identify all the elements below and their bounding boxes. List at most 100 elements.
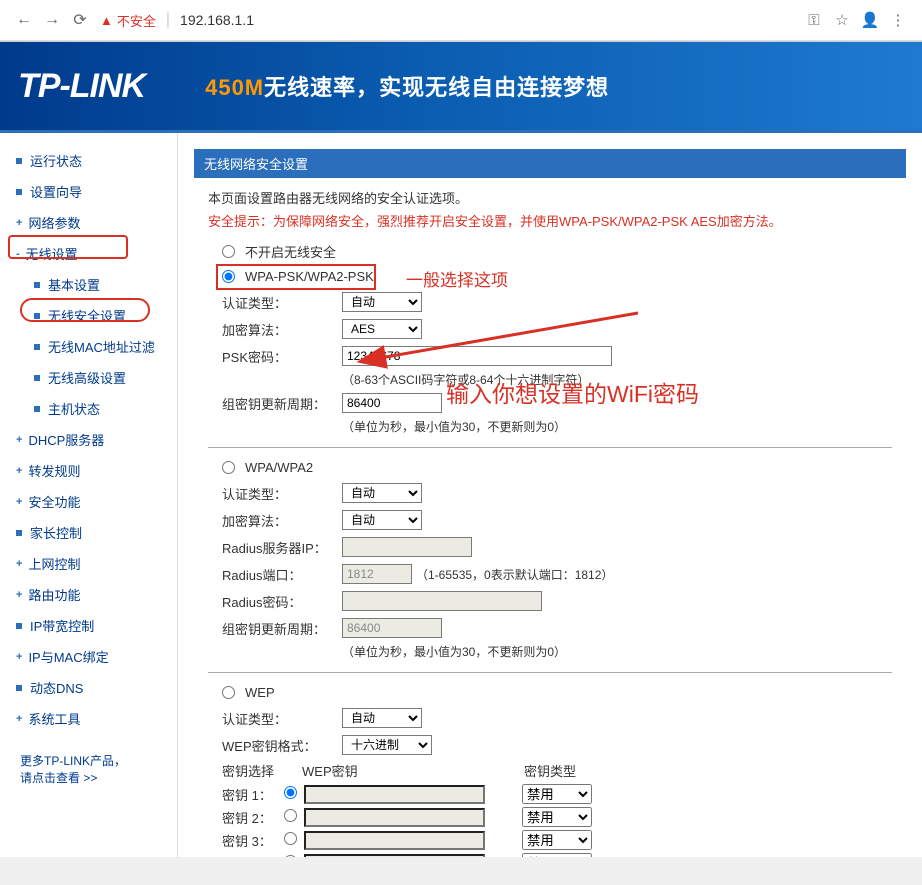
sidebar-item-8[interactable]: 主机状态 bbox=[0, 393, 177, 424]
wpa-enc-select[interactable]: 自动 bbox=[342, 510, 422, 530]
section-title: 无线网络安全设置 bbox=[194, 149, 906, 178]
sidebar-item-label: 无线设置 bbox=[26, 244, 78, 263]
key2-label: 密钥 2： bbox=[222, 808, 284, 827]
banner-slogan: 450M无线速率，实现无线自由连接梦想 bbox=[205, 70, 609, 102]
psk-input[interactable] bbox=[342, 346, 612, 366]
sidebar-item-label: 基本设置 bbox=[48, 275, 100, 294]
group-key-input[interactable] bbox=[342, 393, 442, 413]
key1-type-select[interactable]: 禁用 bbox=[522, 784, 592, 804]
radius-pw-label: Radius密码： bbox=[222, 592, 342, 611]
sidebar-item-9[interactable]: + DHCP服务器 bbox=[0, 424, 177, 455]
sidebar-item-14[interactable]: +路由功能 bbox=[0, 579, 177, 610]
bullet-icon bbox=[34, 282, 40, 288]
sidebar-item-label: DHCP服务器 bbox=[28, 430, 104, 449]
radio-wpa-label: WPA/WPA2 bbox=[245, 460, 313, 475]
forward-button[interactable]: → bbox=[38, 6, 66, 34]
wpa-group-input[interactable] bbox=[342, 618, 442, 638]
sidebar-item-15[interactable]: IP带宽控制 bbox=[0, 610, 177, 641]
sidebar-item-13[interactable]: +上网控制 bbox=[0, 548, 177, 579]
sidebar-item-2[interactable]: +网络参数 bbox=[0, 207, 177, 238]
radio-disable-label: 不开启无线安全 bbox=[245, 242, 336, 261]
wpa-enc-label: 加密算法： bbox=[222, 511, 342, 530]
key3-type-select[interactable]: 禁用 bbox=[522, 830, 592, 850]
bullet-icon bbox=[34, 344, 40, 350]
radius-port-input[interactable] bbox=[342, 564, 412, 584]
sidebar-item-12[interactable]: 家长控制 bbox=[0, 517, 177, 548]
reload-button[interactable]: ⟳ bbox=[66, 6, 94, 34]
sidebar-item-3[interactable]: -无线设置 bbox=[0, 238, 177, 269]
sidebar-item-label: 安全功能 bbox=[28, 492, 80, 511]
sidebar-item-4[interactable]: 基本设置 bbox=[0, 269, 177, 300]
key2-radio[interactable] bbox=[284, 809, 297, 822]
enc-algo-select[interactable]: AES bbox=[342, 319, 422, 339]
bookmark-icon[interactable]: ☆ bbox=[828, 6, 856, 34]
content: 无线网络安全设置 本页面设置路由器无线网络的安全认证选项。 安全提示：为保障网络… bbox=[178, 133, 922, 857]
annotation-text-2: 输入你想设置的WiFi密码 bbox=[446, 380, 766, 410]
key3-input[interactable] bbox=[304, 831, 485, 850]
bullet-icon bbox=[34, 406, 40, 412]
radio-disable-security[interactable] bbox=[222, 245, 235, 258]
sidebar-item-0[interactable]: 运行状态 bbox=[0, 145, 177, 176]
radius-port-label: Radius端口： bbox=[222, 565, 342, 584]
sidebar-item-label: IP与MAC绑定 bbox=[28, 647, 108, 666]
group-key-label: 组密钥更新周期： bbox=[222, 394, 342, 413]
expand-icon: + bbox=[16, 713, 22, 725]
wpa-auth-select[interactable]: 自动 bbox=[342, 483, 422, 503]
psk-label: PSK密码： bbox=[222, 347, 342, 366]
sidebar-item-17[interactable]: 动态DNS bbox=[0, 672, 177, 703]
key4-radio[interactable] bbox=[284, 855, 297, 857]
key4-input[interactable] bbox=[304, 854, 485, 858]
sidebar-item-label: 无线高级设置 bbox=[48, 368, 126, 387]
radius-ip-input[interactable] bbox=[342, 537, 472, 557]
sidebar-item-1[interactable]: 设置向导 bbox=[0, 176, 177, 207]
bullet-icon bbox=[34, 375, 40, 381]
section-desc: 本页面设置路由器无线网络的安全认证选项。 bbox=[208, 188, 892, 207]
bullet-icon bbox=[34, 313, 40, 319]
expand-icon: + bbox=[16, 496, 22, 508]
key-icon[interactable]: ⚿ bbox=[800, 6, 828, 34]
sidebar-item-7[interactable]: 无线高级设置 bbox=[0, 362, 177, 393]
radio-wep[interactable] bbox=[222, 686, 235, 699]
wep-fmt-label: WEP密钥格式： bbox=[222, 736, 342, 755]
sidebar: 运行状态设置向导+网络参数-无线设置基本设置无线安全设置无线MAC地址过滤无线高… bbox=[0, 133, 178, 857]
more-link[interactable]: 更多TP-LINK产品， 请点击查看 >> bbox=[0, 734, 177, 804]
sidebar-item-18[interactable]: +系统工具 bbox=[0, 703, 177, 734]
sidebar-item-6[interactable]: 无线MAC地址过滤 bbox=[0, 331, 177, 362]
key2-input[interactable] bbox=[304, 808, 485, 827]
bullet-icon bbox=[16, 685, 22, 691]
wep-auth-label: 认证类型： bbox=[222, 709, 342, 728]
expand-icon: + bbox=[16, 217, 22, 229]
sidebar-item-5[interactable]: 无线安全设置 bbox=[0, 300, 177, 331]
bullet-icon bbox=[16, 530, 22, 536]
radius-ip-label: Radius服务器IP： bbox=[222, 538, 342, 557]
key4-type-select[interactable]: 禁用 bbox=[522, 853, 592, 857]
sidebar-item-10[interactable]: +转发规则 bbox=[0, 455, 177, 486]
radius-pw-input[interactable] bbox=[342, 591, 542, 611]
expand-icon: + bbox=[16, 589, 22, 601]
menu-icon[interactable]: ⋮ bbox=[884, 6, 912, 34]
radio-wpa[interactable] bbox=[222, 461, 235, 474]
bullet-icon bbox=[16, 623, 22, 629]
annotation-box bbox=[216, 264, 376, 290]
expand-icon: + bbox=[16, 465, 22, 477]
wep-fmt-select[interactable]: 十六进制 bbox=[342, 735, 432, 755]
key1-radio[interactable] bbox=[284, 786, 297, 799]
key3-radio[interactable] bbox=[284, 832, 297, 845]
wep-auth-select[interactable]: 自动 bbox=[342, 708, 422, 728]
wpa-group-label: 组密钥更新周期： bbox=[222, 619, 342, 638]
expand-icon: + bbox=[16, 651, 22, 663]
sidebar-item-16[interactable]: + IP与MAC绑定 bbox=[0, 641, 177, 672]
expand-icon: + bbox=[16, 434, 22, 446]
sidebar-item-11[interactable]: + 安全功能 bbox=[0, 486, 177, 517]
profile-icon[interactable]: 👤 bbox=[856, 6, 884, 34]
logo: TP-LINK bbox=[18, 67, 145, 106]
url-text[interactable]: 192.168.1.1 bbox=[180, 12, 254, 28]
key2-type-select[interactable]: 禁用 bbox=[522, 807, 592, 827]
back-button[interactable]: ← bbox=[10, 6, 38, 34]
bullet-icon bbox=[16, 189, 22, 195]
sidebar-item-label: 上网控制 bbox=[28, 554, 80, 573]
security-indicator[interactable]: ▲ 不安全 bbox=[100, 11, 156, 30]
wep-sel-header: 密钥选择 bbox=[222, 761, 302, 780]
key1-input[interactable] bbox=[304, 785, 485, 804]
auth-type-select[interactable]: 自动 bbox=[342, 292, 422, 312]
